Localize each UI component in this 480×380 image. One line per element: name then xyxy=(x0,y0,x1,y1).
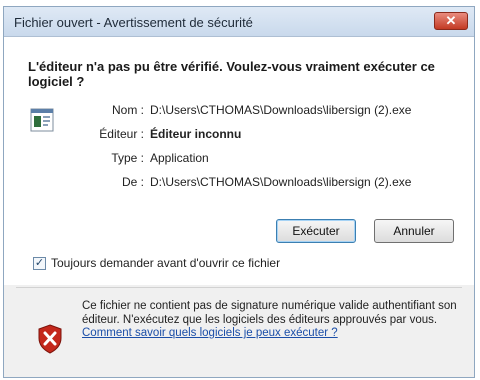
type-value: Application xyxy=(150,151,209,165)
from-value: D:\Users\CTHOMAS\Downloads\libersign (2)… xyxy=(150,175,412,189)
dialog-content: L'éditeur n'a pas pu être vérifié. Voule… xyxy=(4,37,474,285)
cancel-button[interactable]: Annuler xyxy=(374,219,454,243)
warning-heading: L'éditeur n'a pas pu être vérifié. Voule… xyxy=(28,59,435,89)
always-ask-label[interactable]: Toujours demander avant d'ouvrir ce fich… xyxy=(51,256,280,270)
help-link[interactable]: Comment savoir quels logiciels je peux e… xyxy=(82,327,338,339)
window-title: Fichier ouvert - Avertissement de sécuri… xyxy=(14,15,253,30)
divider xyxy=(16,287,462,288)
security-warning-dialog: Fichier ouvert - Avertissement de sécuri… xyxy=(3,6,475,378)
from-label: De : xyxy=(121,175,144,189)
name-label: Nom : xyxy=(111,103,144,117)
publisher-label: Éditeur : xyxy=(99,127,144,141)
application-file-icon xyxy=(30,108,54,132)
type-label: Type : xyxy=(111,151,144,165)
always-ask-checkbox[interactable]: ✓ xyxy=(33,257,46,270)
warning-text: Ce fichier ne contient pas de signature … xyxy=(82,300,464,341)
run-button[interactable]: Exécuter xyxy=(276,219,356,243)
warning-message: Ce fichier ne contient pas de signature … xyxy=(82,300,457,326)
name-value: D:\Users\CTHOMAS\Downloads\libersign (2)… xyxy=(150,103,412,117)
warning-area: Ce fichier ne contient pas de signature … xyxy=(4,289,474,379)
publisher-value: Éditeur inconnu xyxy=(150,127,242,141)
close-button[interactable]: ✕ xyxy=(434,12,468,30)
title-bar[interactable]: Fichier ouvert - Avertissement de sécuri… xyxy=(4,7,474,37)
shield-x-icon xyxy=(38,324,62,354)
